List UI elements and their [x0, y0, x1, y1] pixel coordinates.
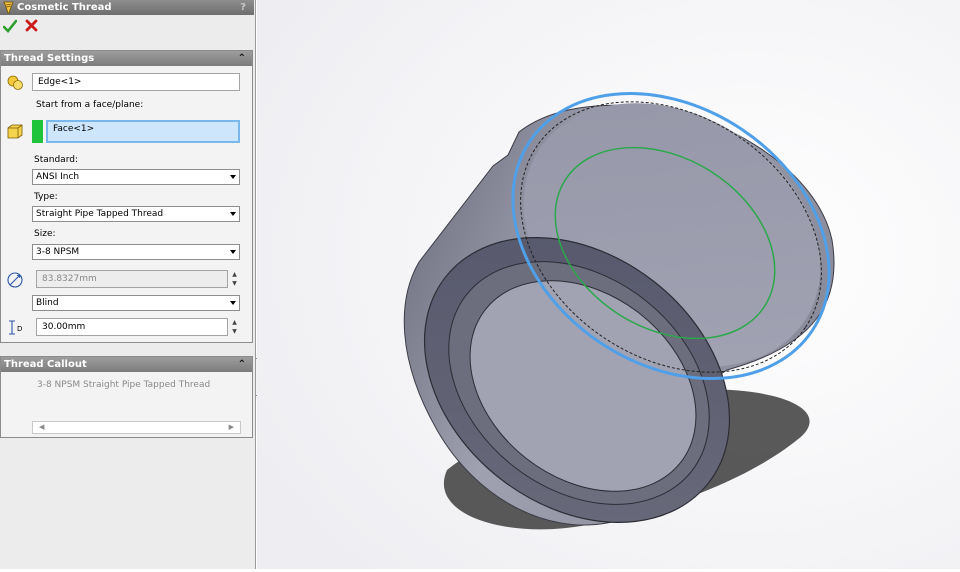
end-condition-select[interactable]: Blind — [32, 295, 240, 311]
dropdown-arrow-icon — [230, 301, 236, 305]
thread-callout-header[interactable]: Thread Callout ⌃ — [1, 357, 252, 372]
size-label: Size: — [34, 229, 56, 239]
standard-select[interactable]: ANSI Inch — [32, 169, 240, 185]
model-view[interactable] — [257, 0, 960, 569]
scroll-right-icon[interactable]: ▶ — [229, 422, 234, 433]
diameter-spinner[interactable]: ▲ ▼ — [230, 270, 239, 288]
help-button[interactable]: ? — [240, 0, 246, 15]
graphics-viewport[interactable] — [257, 0, 960, 569]
depth-field[interactable]: 30.00mm — [36, 318, 228, 336]
edge-selection-icon — [6, 74, 24, 93]
panel-titlebar: Cosmetic Thread ? — [0, 0, 254, 15]
type-select[interactable]: Straight Pipe Tapped Thread — [32, 206, 240, 222]
collapse-chevron-icon[interactable]: ⌃ — [238, 51, 246, 66]
depth-spinner[interactable]: ▲ ▼ — [230, 318, 239, 336]
thread-settings-header[interactable]: Thread Settings ⌃ — [1, 51, 252, 66]
callout-scrollbar[interactable]: ◀ ▶ — [32, 421, 241, 434]
face-color-swatch — [32, 120, 43, 143]
depth-symbol: D — [17, 325, 23, 333]
dropdown-arrow-icon — [230, 212, 236, 216]
accept-icon[interactable] — [2, 19, 18, 36]
panel-title: Cosmetic Thread — [17, 2, 112, 13]
diameter-field[interactable]: 83.8327mm — [36, 270, 228, 288]
scroll-left-icon[interactable]: ◀ — [39, 422, 44, 433]
collapse-chevron-icon[interactable]: ⌃ — [238, 357, 246, 372]
diameter-icon — [6, 271, 24, 292]
cancel-icon[interactable] — [25, 19, 38, 35]
cosmetic-thread-icon — [3, 1, 14, 19]
dropdown-arrow-icon — [230, 175, 236, 179]
face-selection-icon — [6, 123, 24, 142]
size-select[interactable]: 3-8 NPSM — [32, 244, 240, 260]
edge-field[interactable]: Edge<1> — [32, 73, 240, 91]
standard-label: Standard: — [34, 155, 78, 165]
property-manager-panel: Cosmetic Thread ? Thread Settings ⌃ Edge… — [0, 0, 256, 569]
start-face-label: Start from a face/plane: — [36, 100, 144, 110]
dropdown-arrow-icon — [230, 250, 236, 254]
type-label: Type: — [34, 192, 58, 202]
face-field[interactable]: Face<1> — [46, 120, 240, 143]
thread-callout-text: 3-8 NPSM Straight Pipe Tapped Thread — [37, 380, 211, 390]
